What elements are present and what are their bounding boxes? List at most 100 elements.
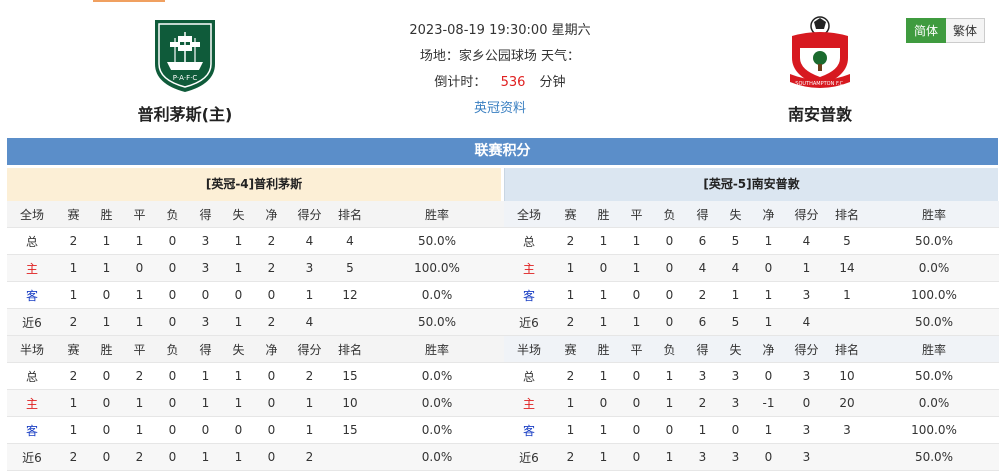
table-cell: 0 <box>156 416 189 444</box>
table-row: 总 2 1 1 0 3 1 2 4 4 50.0% <box>7 227 505 255</box>
table-cell: 1 <box>222 389 255 417</box>
away-team-name: 南安普敦 <box>787 105 852 124</box>
table-cell: 0.0% <box>866 254 999 282</box>
table-cell: 1 <box>189 443 222 471</box>
table-cell: 0 <box>156 389 189 417</box>
column-header: 胜率 <box>369 335 505 363</box>
table-cell: 14 <box>828 254 866 282</box>
column-header: 负 <box>653 335 686 363</box>
row-label: 主 <box>7 389 57 417</box>
table-cell: 4 <box>719 254 752 282</box>
table-cell: 1 <box>288 281 331 309</box>
table-cell: 0 <box>587 389 620 417</box>
column-header: 全场 <box>7 201 57 228</box>
table-cell: 1 <box>752 281 785 309</box>
table-cell: 1 <box>752 308 785 336</box>
table-cell: 1 <box>554 389 587 417</box>
table-row: 近6 2 1 1 0 3 1 2 4 50.0% <box>7 308 505 336</box>
table-cell: 0 <box>653 416 686 444</box>
table-cell: 4 <box>686 254 719 282</box>
table-cell: 2 <box>686 281 719 309</box>
table-cell: 2 <box>554 227 587 255</box>
row-label: 客 <box>7 416 57 444</box>
column-header: 负 <box>653 201 686 228</box>
simplified-chinese-button[interactable]: 简体 <box>905 18 946 43</box>
table-cell: 10 <box>331 389 369 417</box>
column-header: 半场 <box>504 335 554 363</box>
table-cell: 5 <box>828 227 866 255</box>
column-header: 赛 <box>57 201 90 228</box>
league-info-link[interactable]: 英冠资料 <box>474 101 526 116</box>
table-cell: 1 <box>554 416 587 444</box>
table-row: 客 1 0 1 0 0 0 0 1 15 0.0% <box>7 416 505 444</box>
table-cell: 0 <box>785 389 828 417</box>
row-label: 近6 <box>504 443 554 471</box>
table-cell: 2 <box>123 362 156 390</box>
table-cell: 2 <box>554 362 587 390</box>
table-cell: 3 <box>719 362 752 390</box>
column-header: 净 <box>752 201 785 228</box>
table-cell: 0 <box>90 416 123 444</box>
table-cell: 3 <box>288 254 331 282</box>
table-cell: 1 <box>653 389 686 417</box>
column-header: 平 <box>620 201 653 228</box>
away-team[interactable]: SOUTHAMPTON F.C. 南安普敦 <box>740 14 900 125</box>
table-cell: 1 <box>785 254 828 282</box>
column-header: 胜率 <box>866 335 999 363</box>
table-row: 近6 2 1 1 0 6 5 1 4 50.0% <box>504 308 999 336</box>
table-cell: 1 <box>587 416 620 444</box>
row-label: 总 <box>504 362 554 390</box>
table-cell: 2 <box>57 308 90 336</box>
column-header: 半场 <box>7 335 57 363</box>
column-header: 得分 <box>785 201 828 228</box>
table-cell: 3 <box>189 227 222 255</box>
table-cell: 1 <box>653 443 686 471</box>
table-cell: 50.0% <box>866 362 999 390</box>
column-header: 得 <box>686 335 719 363</box>
home-team[interactable]: P·A·F·C 普利茅斯(主) <box>105 14 265 125</box>
table-cell: 5 <box>719 308 752 336</box>
table-cell: 4 <box>288 227 331 255</box>
countdown-label: 倒计时： <box>434 75 487 90</box>
traditional-chinese-button[interactable]: 繁体 <box>945 18 985 43</box>
table-cell: 0 <box>156 254 189 282</box>
table-row: 主 1 0 1 0 1 1 0 1 10 0.0% <box>7 389 505 417</box>
table-cell: 3 <box>686 362 719 390</box>
table-cell: 0 <box>653 308 686 336</box>
table-cell: 1 <box>620 308 653 336</box>
southampton-logo-icon: SOUTHAMPTON F.C. <box>790 16 850 88</box>
table-cell: 0 <box>255 389 288 417</box>
table-cell: 0 <box>255 416 288 444</box>
table-cell: 0 <box>620 416 653 444</box>
table-cell: 3 <box>189 254 222 282</box>
column-header: 得分 <box>288 335 331 363</box>
table-cell: 50.0% <box>866 227 999 255</box>
table-cell: 1 <box>554 281 587 309</box>
match-info: 2023-08-19 19:30:00 星期六 场地：家乡公园球场 天气： 倒计… <box>380 18 620 122</box>
table-cell: 3 <box>189 308 222 336</box>
table-row: 客 1 1 0 0 2 1 1 3 1 100.0% <box>504 281 999 309</box>
table-cell: 2 <box>554 308 587 336</box>
table-cell: 0 <box>719 416 752 444</box>
column-header: 排名 <box>828 201 866 228</box>
column-header: 排名 <box>331 335 369 363</box>
table-cell: 2 <box>57 443 90 471</box>
row-label: 近6 <box>7 308 57 336</box>
table-cell: 10 <box>828 362 866 390</box>
table-cell: 0 <box>156 443 189 471</box>
table-cell: 1 <box>653 362 686 390</box>
table-cell: 1 <box>123 389 156 417</box>
table-row: 总 2 0 2 0 1 1 0 2 15 0.0% <box>7 362 505 390</box>
table-cell: 1 <box>686 416 719 444</box>
row-label: 客 <box>504 281 554 309</box>
table-row: 主 1 1 0 0 3 1 2 3 5 100.0% <box>7 254 505 282</box>
table-cell: 2 <box>57 362 90 390</box>
table-cell: 1 <box>554 254 587 282</box>
home-standings-title: [英冠-4]普利茅斯 <box>7 168 501 201</box>
half-table-header: 半场赛胜平负得失净得分 排名 胜率 <box>504 335 999 363</box>
table-cell: 0 <box>189 416 222 444</box>
table-cell: 0 <box>620 443 653 471</box>
row-label: 总 <box>7 362 57 390</box>
table-cell <box>331 443 369 471</box>
full-table-header: 全场赛胜平负得失净得分 排名 胜率 <box>504 201 999 228</box>
